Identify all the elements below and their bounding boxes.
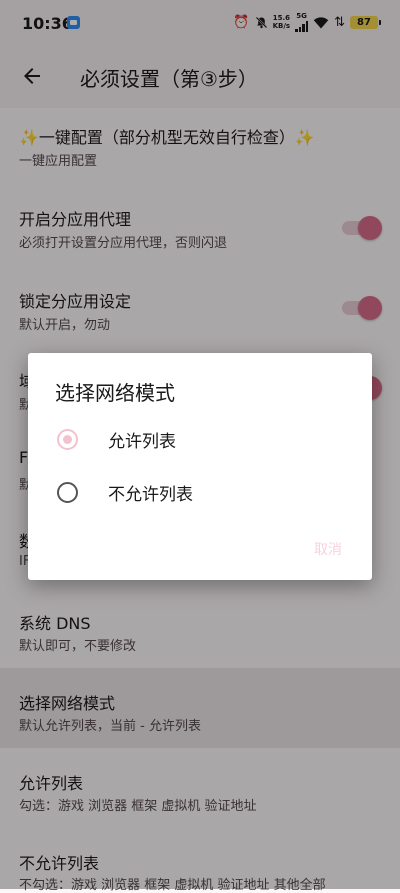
cancel-button[interactable]: 取消 [314, 539, 342, 559]
option-allow-list[interactable]: 允许列表 [28, 415, 372, 465]
radio-selected-icon[interactable] [57, 429, 78, 450]
option-label: 不允许列表 [108, 485, 193, 505]
dialog-title: 选择网络模式 [55, 381, 175, 405]
option-label: 允许列表 [108, 432, 176, 452]
radio-unselected-icon[interactable] [57, 482, 78, 503]
option-disallow-list[interactable]: 不允许列表 [28, 468, 372, 518]
network-mode-dialog: 选择网络模式 允许列表 不允许列表 取消 [28, 353, 372, 580]
